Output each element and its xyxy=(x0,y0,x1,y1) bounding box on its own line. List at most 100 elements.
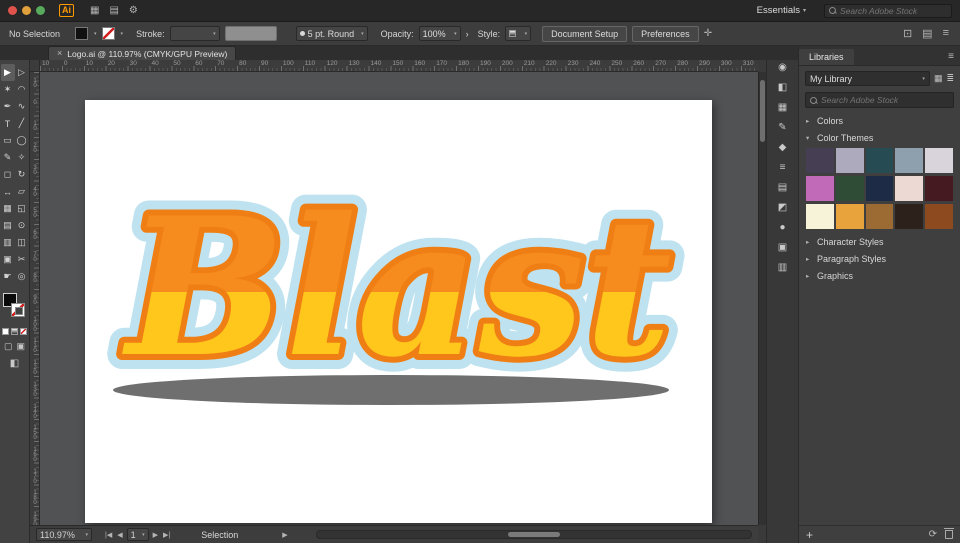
fill-color-swatch[interactable] xyxy=(75,27,89,40)
artboard[interactable]: Blast Blast xyxy=(85,100,712,523)
curvature-tool[interactable]: ∿ xyxy=(15,98,29,115)
ruler-horizontal[interactable]: 10 0 10 20 30 40 50 60 70 80 90 100 110 120 130 140 150 1… xyxy=(40,60,758,72)
line-segment-tool[interactable]: ╱ xyxy=(15,115,29,132)
rotate-tool[interactable]: ↻ xyxy=(15,166,29,183)
magic-wand-tool[interactable]: ✶ xyxy=(1,81,15,98)
color-swatch[interactable] xyxy=(925,204,953,229)
grid-view-icon[interactable]: ▦ xyxy=(934,73,943,84)
graphic-style-select[interactable]: ▾ xyxy=(505,26,532,41)
panel-menu-icon[interactable]: ≡ xyxy=(948,51,954,62)
section-color-themes[interactable]: ▾ Color Themes xyxy=(799,129,960,146)
shear-tool[interactable]: ▱ xyxy=(15,183,29,200)
prev-artboard-button[interactable]: ◀ xyxy=(116,531,123,539)
color-swatch[interactable] xyxy=(925,148,953,173)
close-icon[interactable]: × xyxy=(57,49,62,58)
color-swatch[interactable] xyxy=(895,176,924,201)
minimize-button[interactable] xyxy=(22,6,31,15)
document-tab[interactable]: × Logo.ai @ 110.97% (CMYK/GPU Preview) xyxy=(48,46,237,60)
color-swatch[interactable] xyxy=(925,176,953,201)
paintbrush-tool[interactable]: ✎ xyxy=(1,149,15,166)
transparency-panel-icon[interactable]: ◩ xyxy=(775,200,791,214)
chevron-down-icon[interactable]: ▾ xyxy=(94,31,97,37)
color-swatch[interactable] xyxy=(835,204,864,229)
type-tool[interactable]: T xyxy=(1,115,15,132)
color-swatch[interactable] xyxy=(865,176,894,201)
arrange-windows-icon[interactable]: ▤ xyxy=(109,5,118,16)
slice-tool[interactable]: ✂ xyxy=(15,251,29,268)
tab-libraries[interactable]: Libraries xyxy=(799,49,854,65)
ellipse-tool[interactable]: ◯ xyxy=(15,132,29,149)
pencil-tool[interactable]: ✧ xyxy=(15,149,29,166)
section-colors[interactable]: ▸ Colors xyxy=(799,112,960,129)
eraser-tool[interactable]: ◻ xyxy=(1,166,15,183)
list-view-icon[interactable]: ≣ xyxy=(946,73,954,84)
align-options-icon[interactable]: ✛ xyxy=(704,28,712,39)
stroke-color-swatch[interactable] xyxy=(101,27,115,40)
horizontal-scrollbar[interactable] xyxy=(315,530,752,539)
canvas-pasteboard[interactable]: Blast Blast xyxy=(40,72,758,525)
section-graphics[interactable]: ▸ Graphics xyxy=(799,267,960,284)
color-swatch[interactable] xyxy=(895,204,924,229)
symbols-panel-icon[interactable]: ◆ xyxy=(775,140,791,154)
shape-builder-tool[interactable]: ◱ xyxy=(15,200,29,217)
rectangle-tool[interactable]: ▭ xyxy=(1,132,15,149)
draw-behind-icon[interactable]: ▣ xyxy=(17,341,26,352)
mesh-tool[interactable]: ◫ xyxy=(15,234,29,251)
pen-tool[interactable]: ✒ xyxy=(1,98,15,115)
color-swatch[interactable] xyxy=(806,176,834,201)
brushes-panel-icon[interactable]: ✎ xyxy=(775,120,791,134)
preferences-button[interactable]: Preferences xyxy=(632,25,699,42)
color-swatch[interactable] xyxy=(835,176,864,201)
color-guide-panel-icon[interactable]: ◧ xyxy=(775,80,791,94)
library-search[interactable] xyxy=(805,92,954,108)
fill-stroke-indicator[interactable] xyxy=(2,293,28,323)
arrange-documents-icon[interactable]: ▤ xyxy=(922,27,932,40)
stroke-weight-select[interactable]: ▾ xyxy=(169,26,220,41)
vertical-scrollbar[interactable] xyxy=(758,72,766,525)
stock-search[interactable] xyxy=(824,3,952,18)
graphic-styles-panel-icon[interactable]: ▣ xyxy=(775,240,791,254)
screen-mode-icon[interactable]: ◧ xyxy=(10,358,19,369)
gradient-panel-icon[interactable]: ▤ xyxy=(775,180,791,194)
stroke-swatch[interactable] xyxy=(10,303,25,317)
first-artboard-button[interactable]: |◀ xyxy=(104,531,113,539)
last-artboard-button[interactable]: ▶| xyxy=(162,531,171,539)
column-graph-tool[interactable]: ▥ xyxy=(1,234,15,251)
zoom-level-select[interactable]: 110.97% ▾ xyxy=(36,528,92,541)
color-swatch[interactable] xyxy=(806,148,834,173)
opacity-more-icon[interactable]: › xyxy=(466,29,469,39)
zoom-tool[interactable]: ◎ xyxy=(15,268,29,285)
ruler-vertical[interactable]: 10 0 10 20 30 40 50 60 70 80 90 100 110 120 130 140 150 1… xyxy=(30,72,40,525)
color-swatch[interactable] xyxy=(865,148,894,173)
section-character-styles[interactable]: ▸ Character Styles xyxy=(799,233,960,250)
workspace-switcher[interactable]: Essentials ▾ xyxy=(757,5,806,16)
color-swatch[interactable] xyxy=(895,148,924,173)
artboard-tool[interactable]: ▣ xyxy=(1,251,15,268)
draw-normal-icon[interactable]: ▢ xyxy=(4,341,13,352)
horizontal-scrollbar-thumb[interactable] xyxy=(507,532,560,537)
document-setup-button[interactable]: Document Setup xyxy=(542,25,628,42)
library-select[interactable]: My Library ▾ xyxy=(805,71,930,86)
color-swatch[interactable] xyxy=(835,148,864,173)
trash-icon[interactable] xyxy=(944,528,954,539)
zoom-button[interactable] xyxy=(36,6,45,15)
hand-tool[interactable]: ☛ xyxy=(1,268,15,285)
artboard-number-select[interactable]: 1 ▾ xyxy=(126,528,149,541)
sync-status-icon[interactable]: ⟳ xyxy=(929,529,937,540)
next-artboard-button[interactable]: ▶ xyxy=(152,531,159,539)
vertical-scrollbar-thumb[interactable] xyxy=(760,80,765,142)
free-transform-tool[interactable]: ▦ xyxy=(1,200,15,217)
brush-definition-select[interactable]: 5 pt. Round ▾ xyxy=(295,26,368,41)
close-button[interactable] xyxy=(8,6,17,15)
add-library-item-button[interactable]: + xyxy=(806,529,813,541)
library-search-input[interactable] xyxy=(821,95,949,105)
status-flyout-icon[interactable]: ▶ xyxy=(282,531,287,539)
direct-selection-tool[interactable]: ▷ xyxy=(15,64,29,81)
lasso-tool[interactable]: ◠ xyxy=(15,81,29,98)
blend-tool[interactable]: ⊙ xyxy=(15,217,29,234)
document-layouts-icon[interactable]: ▦ xyxy=(90,5,99,16)
ruler-origin-corner[interactable] xyxy=(30,60,40,72)
layers-panel-icon[interactable]: ▥ xyxy=(775,260,791,274)
zoom-tools-icon[interactable]: ⊡ xyxy=(903,27,912,40)
color-panel-icon[interactable]: ◉ xyxy=(775,60,791,74)
